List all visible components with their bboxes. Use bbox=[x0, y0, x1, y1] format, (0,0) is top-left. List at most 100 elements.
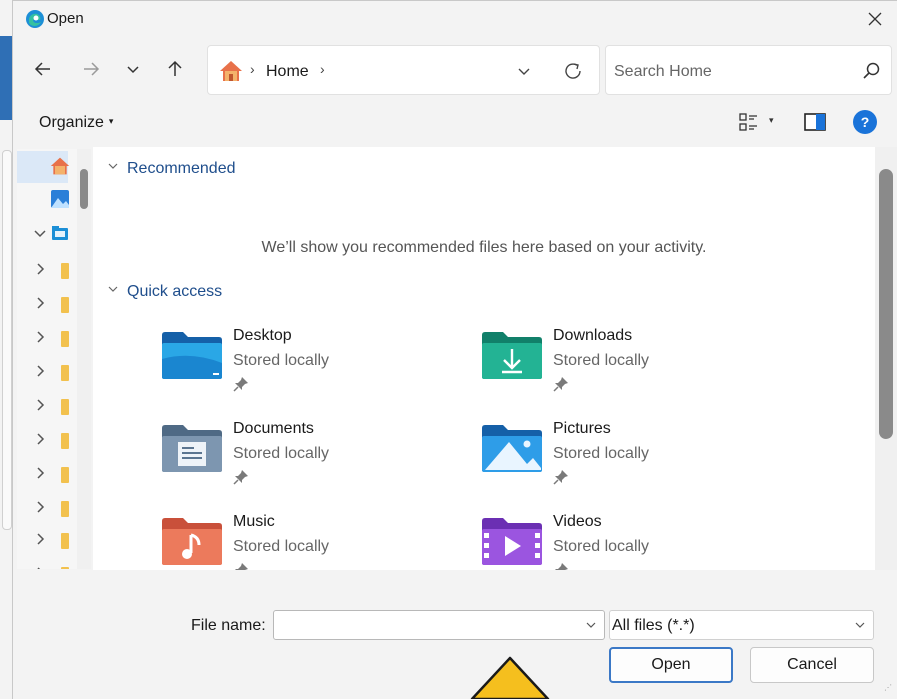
chevron-right-icon[interactable] bbox=[33, 262, 47, 276]
gallery-icon bbox=[51, 190, 69, 208]
refresh-icon[interactable] bbox=[562, 60, 584, 82]
quick-access-item-videos[interactable]: Videos Stored locally bbox=[481, 513, 781, 570]
folder-icon bbox=[61, 567, 69, 569]
up-button[interactable] bbox=[159, 53, 191, 85]
file-type-select[interactable]: All files (*.*) bbox=[609, 610, 874, 640]
search-icon[interactable] bbox=[861, 61, 881, 81]
organize-button[interactable]: Organize ▾ bbox=[39, 114, 113, 132]
quick-access-item-music[interactable]: Music Stored locally bbox=[161, 513, 461, 570]
folder-icon bbox=[61, 331, 69, 347]
chevron-right-icon[interactable] bbox=[33, 398, 47, 412]
chevron-down-icon[interactable] bbox=[584, 618, 598, 632]
navigation-bar: › Home › Search Home bbox=[13, 41, 897, 97]
chevron-right-icon[interactable] bbox=[33, 296, 47, 310]
sidebar-item-folder[interactable] bbox=[17, 253, 77, 287]
open-button[interactable]: Open bbox=[609, 647, 733, 683]
forward-button[interactable] bbox=[75, 53, 107, 85]
breadcrumb-separator-icon: › bbox=[250, 61, 255, 77]
chevron-down-icon bbox=[108, 163, 118, 169]
pin-icon bbox=[233, 377, 248, 392]
view-options-icon[interactable] bbox=[738, 111, 760, 133]
item-status: Stored locally bbox=[233, 538, 330, 555]
command-bar: Organize ▾ ▾ ? bbox=[13, 101, 897, 145]
pin-icon bbox=[553, 377, 568, 392]
chevron-right-icon[interactable] bbox=[33, 330, 47, 344]
chevron-right-icon[interactable] bbox=[33, 500, 47, 514]
sidebar-item-folder[interactable] bbox=[17, 523, 77, 557]
item-name: Documents bbox=[233, 420, 314, 437]
chevron-right-icon[interactable] bbox=[33, 466, 47, 480]
navigation-pane-scrollbar[interactable] bbox=[77, 149, 91, 569]
navigation-pane-scrollbar-thumb[interactable] bbox=[80, 169, 88, 209]
cloud-folder-icon bbox=[52, 226, 68, 240]
sidebar-item-folder[interactable] bbox=[17, 491, 77, 525]
search-box[interactable]: Search Home bbox=[605, 45, 892, 95]
quick-access-header-label: Quick access bbox=[127, 283, 223, 300]
item-name: Videos bbox=[553, 513, 602, 530]
sidebar-item-folder[interactable] bbox=[17, 557, 77, 569]
sidebar-item-folder[interactable] bbox=[17, 321, 77, 355]
help-icon[interactable]: ? bbox=[853, 110, 877, 134]
folder-icon bbox=[61, 501, 69, 517]
item-name: Pictures bbox=[553, 420, 611, 437]
sidebar-item-home[interactable] bbox=[17, 151, 70, 183]
close-icon bbox=[868, 12, 882, 26]
close-button[interactable] bbox=[852, 1, 897, 37]
window-title: Open bbox=[47, 10, 84, 27]
quick-access-item-pictures[interactable]: Pictures Stored locally bbox=[481, 420, 781, 490]
folder-icon bbox=[61, 433, 69, 449]
pictures-folder-icon bbox=[482, 425, 542, 472]
view-options-caret-icon[interactable]: ▾ bbox=[769, 115, 774, 126]
cancel-button[interactable]: Cancel bbox=[750, 647, 874, 683]
chevron-down-icon bbox=[127, 66, 139, 74]
item-status: Stored locally bbox=[233, 445, 330, 462]
preview-pane-icon[interactable] bbox=[803, 111, 827, 133]
folder-icon bbox=[61, 467, 69, 483]
sidebar-item-folder[interactable] bbox=[17, 457, 77, 491]
item-status: Stored locally bbox=[233, 352, 330, 369]
pin-icon bbox=[553, 470, 568, 485]
resize-grip-icon[interactable]: ⋰ bbox=[884, 684, 896, 698]
recent-locations-button[interactable] bbox=[117, 53, 149, 85]
documents-folder-icon bbox=[162, 425, 222, 472]
quick-access-item-documents[interactable]: Documents Stored locally bbox=[161, 420, 461, 490]
breadcrumb-separator-icon[interactable]: › bbox=[320, 61, 325, 77]
folder-icon bbox=[61, 533, 69, 549]
chevron-right-icon[interactable] bbox=[33, 566, 47, 569]
search-placeholder: Search Home bbox=[614, 63, 712, 80]
quick-access-item-downloads[interactable]: Downloads Stored locally bbox=[481, 327, 781, 397]
address-bar[interactable]: › Home › bbox=[207, 45, 600, 95]
recommended-section-header[interactable]: Recommended bbox=[107, 160, 236, 178]
home-icon bbox=[220, 61, 242, 81]
file-name-input[interactable] bbox=[273, 610, 605, 640]
videos-folder-icon bbox=[482, 518, 542, 565]
folder-icon bbox=[61, 365, 69, 381]
sidebar-item-folder[interactable] bbox=[17, 287, 77, 321]
chevron-right-icon[interactable] bbox=[33, 364, 47, 378]
file-list-area: Recommended We’ll show you recommended f… bbox=[93, 147, 875, 570]
quick-access-item-desktop[interactable]: Desktop Stored locally bbox=[161, 327, 461, 397]
pin-icon bbox=[235, 563, 248, 570]
background-app-panel bbox=[2, 150, 12, 530]
sidebar-item-gallery[interactable] bbox=[17, 185, 77, 219]
arrow-right-icon bbox=[84, 62, 100, 76]
chevron-down-icon[interactable] bbox=[33, 226, 47, 240]
open-file-dialog: Open › Home › Search Home Organize ▾ ▾ ?… bbox=[12, 0, 897, 699]
file-list-scrollbar-thumb[interactable] bbox=[879, 169, 893, 439]
sidebar-item-folder[interactable] bbox=[17, 355, 77, 389]
arrow-up-icon bbox=[168, 60, 182, 76]
chevron-right-icon[interactable] bbox=[33, 532, 47, 546]
edge-logo-icon bbox=[26, 10, 44, 28]
sidebar-item-onedrive[interactable] bbox=[17, 217, 77, 251]
breadcrumb-home[interactable]: Home bbox=[266, 63, 309, 81]
address-history-chevron-icon[interactable] bbox=[514, 61, 534, 81]
downloads-folder-icon bbox=[482, 332, 542, 379]
file-type-value: All files (*.*) bbox=[612, 617, 695, 634]
item-status: Stored locally bbox=[553, 352, 650, 369]
back-button[interactable] bbox=[27, 53, 59, 85]
quick-access-section-header[interactable]: Quick access bbox=[107, 283, 222, 301]
title-bar: Open bbox=[13, 1, 897, 37]
sidebar-item-folder[interactable] bbox=[17, 423, 77, 457]
chevron-right-icon[interactable] bbox=[33, 432, 47, 446]
sidebar-item-folder[interactable] bbox=[17, 389, 77, 423]
